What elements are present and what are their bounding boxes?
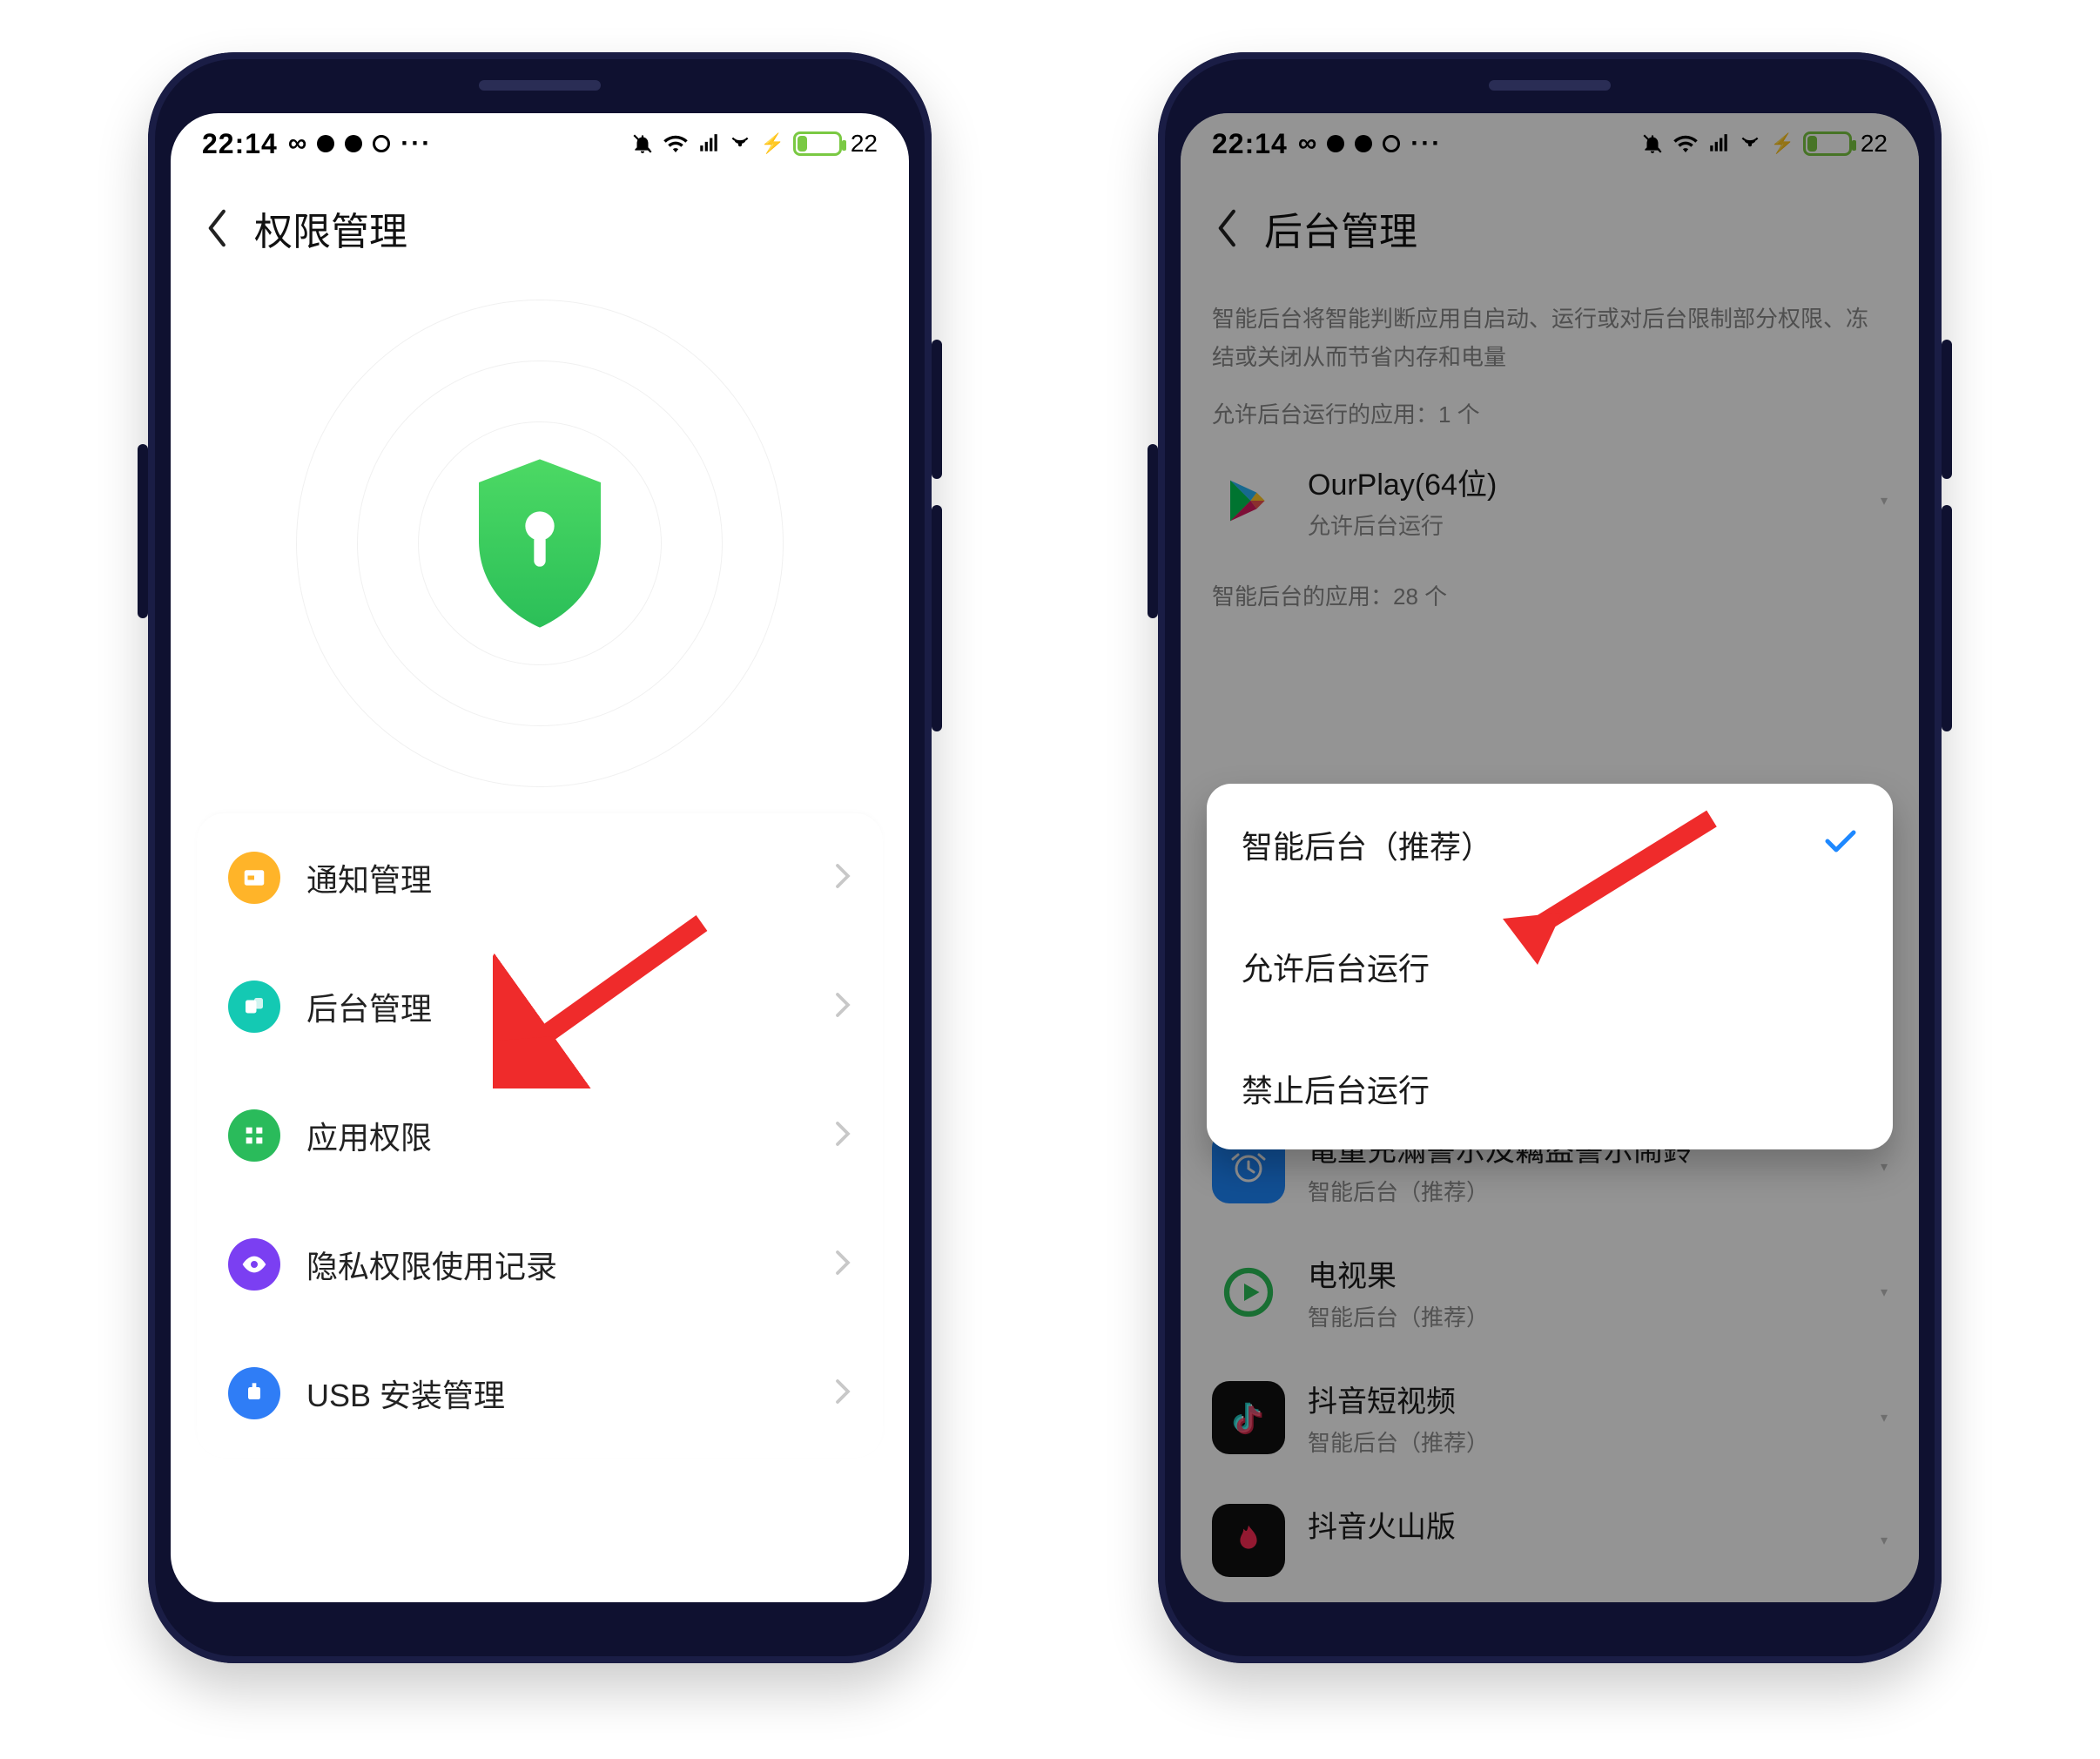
option-allow-background[interactable]: 允许后台运行 <box>1207 906 1893 1028</box>
background-icon <box>228 981 280 1033</box>
app-row-ourplay[interactable]: OurPlay(64位) 允许后台运行 ▾ <box>1181 438 1919 563</box>
page-description: 智能后台将智能判断应用自启动、运行或对后台限制部分权限、冻结或关闭从而节省内存和… <box>1181 273 1919 381</box>
status-infinity-icon: ∞ <box>288 129 306 158</box>
chevron-down-icon: ▾ <box>1881 1284 1888 1301</box>
phone-frame-right: 22:14 ∞ ··· ⚡ <box>1158 52 1942 1663</box>
status-cell-icon <box>1707 132 1730 155</box>
status-dot-icon <box>1327 135 1344 152</box>
status-hotspot-icon <box>1739 132 1761 155</box>
status-cell-icon <box>697 132 720 155</box>
menu-item-notification-management[interactable]: 通知管理 <box>197 813 883 942</box>
status-battery-icon <box>1803 131 1852 156</box>
chevron-down-icon: ▾ <box>1881 1409 1888 1426</box>
status-chat-icon <box>345 135 362 152</box>
menu-item-background-management[interactable]: 后台管理 <box>197 942 883 1071</box>
status-bar: 22:14 ∞ ··· ⚡ <box>1181 113 1919 174</box>
back-button[interactable] <box>197 207 239 249</box>
app-title: 抖音短视频 <box>1308 1378 1858 1420</box>
smart-apps-note: 智能后台的应用：28 个 <box>1181 563 1919 620</box>
app-subtitle <box>1308 1551 1858 1578</box>
menu-item-app-permissions[interactable]: 应用权限 <box>197 1071 883 1200</box>
app-subtitle: 智能后台（推荐） <box>1308 1425 1858 1458</box>
app-subtitle: 允许后台运行 <box>1308 509 1858 541</box>
menu-label: 通知管理 <box>306 855 808 900</box>
option-smart-background[interactable]: 智能后台（推荐） <box>1207 784 1893 906</box>
notification-icon <box>228 852 280 904</box>
app-row-douyin[interactable]: 抖音短视频 智能后台（推荐） ▾ <box>1181 1355 1919 1480</box>
status-battery-icon <box>793 131 842 156</box>
status-chat-icon <box>1355 135 1372 152</box>
grid-icon <box>228 1109 280 1162</box>
phone-frame-left: 22:14 ∞ ··· ⚡ <box>148 52 932 1663</box>
app-subtitle: 智能后台（推荐） <box>1308 1300 1858 1332</box>
menu-card: 通知管理 后台管理 应用权限 隐私 <box>197 813 883 1458</box>
app-title: 电视果 <box>1308 1252 1858 1295</box>
option-deny-background[interactable]: 禁止后台运行 <box>1207 1028 1893 1149</box>
status-bar: 22:14 ∞ ··· ⚡ <box>171 113 909 174</box>
chevron-down-icon: ▾ <box>1881 1158 1888 1176</box>
app-icon-huoshan <box>1212 1504 1285 1577</box>
option-label: 智能后台（推荐） <box>1242 822 1492 867</box>
chevron-right-icon <box>834 1250 851 1280</box>
status-dot-icon <box>317 135 334 152</box>
chevron-right-icon <box>834 992 851 1022</box>
status-time: 22:14 <box>202 128 278 160</box>
chevron-right-icon <box>834 863 851 893</box>
allowed-apps-note: 允许后台运行的应用：1 个 <box>1181 381 1919 438</box>
app-title: 抖音火山版 <box>1308 1503 1858 1546</box>
background-options-sheet: 智能后台（推荐） 允许后台运行 禁止后台运行 <box>1207 784 1893 1149</box>
status-charging-icon: ⚡ <box>760 132 784 155</box>
page-title: 权限管理 <box>254 200 407 256</box>
chevron-right-icon <box>834 1121 851 1151</box>
status-battery-pct: 22 <box>1861 130 1888 158</box>
menu-item-privacy-usage-records[interactable]: 隐私权限使用记录 <box>197 1200 883 1329</box>
status-wifi-icon <box>1673 132 1699 155</box>
nav-header: 权限管理 <box>171 174 909 273</box>
app-row-dianshiguo[interactable]: 电视果 智能后台（推荐） ▾ <box>1181 1230 1919 1355</box>
status-battery-pct: 22 <box>851 130 878 158</box>
menu-label: 后台管理 <box>306 984 808 1029</box>
menu-label: 隐私权限使用记录 <box>306 1242 808 1287</box>
chevron-down-icon: ▾ <box>1881 1532 1888 1549</box>
nav-header: 后台管理 <box>1181 174 1919 273</box>
option-label: 禁止后台运行 <box>1242 1066 1430 1111</box>
usb-icon <box>228 1367 280 1419</box>
app-row-douyin-huoshan[interactable]: 抖音火山版 ▾ <box>1181 1480 1919 1601</box>
status-more-icon: ··· <box>400 129 432 158</box>
check-icon <box>1823 826 1858 863</box>
chevron-down-icon: ▾ <box>1881 492 1888 509</box>
page-title: 后台管理 <box>1264 200 1417 256</box>
app-icon-tv <box>1212 1256 1285 1329</box>
status-infinity-icon: ∞ <box>1298 129 1316 158</box>
back-button[interactable] <box>1207 207 1249 249</box>
status-more-icon: ··· <box>1410 129 1442 158</box>
screen-left: 22:14 ∞ ··· ⚡ <box>171 113 909 1602</box>
status-charging-icon: ⚡ <box>1770 132 1794 155</box>
status-wifi-icon <box>663 132 689 155</box>
screen-right: 22:14 ∞ ··· ⚡ <box>1181 113 1919 1602</box>
menu-item-usb-install-management[interactable]: USB 安装管理 <box>197 1329 883 1458</box>
status-mute-icon <box>1641 132 1664 155</box>
option-label: 允许后台运行 <box>1242 944 1430 989</box>
status-hotspot-icon <box>729 132 751 155</box>
status-clock-icon <box>1383 135 1400 152</box>
status-time: 22:14 <box>1212 128 1288 160</box>
status-mute-icon <box>631 132 654 155</box>
app-subtitle: 智能后台（推荐） <box>1308 1175 1858 1207</box>
app-icon-douyin <box>1212 1381 1285 1454</box>
eye-icon <box>228 1238 280 1291</box>
menu-label: 应用权限 <box>306 1113 808 1158</box>
status-clock-icon <box>373 135 390 152</box>
menu-label: USB 安装管理 <box>306 1371 808 1416</box>
app-icon-play <box>1212 464 1285 537</box>
chevron-right-icon <box>834 1378 851 1409</box>
hero-shield <box>171 273 909 813</box>
app-title: OurPlay(64位) <box>1308 461 1858 503</box>
